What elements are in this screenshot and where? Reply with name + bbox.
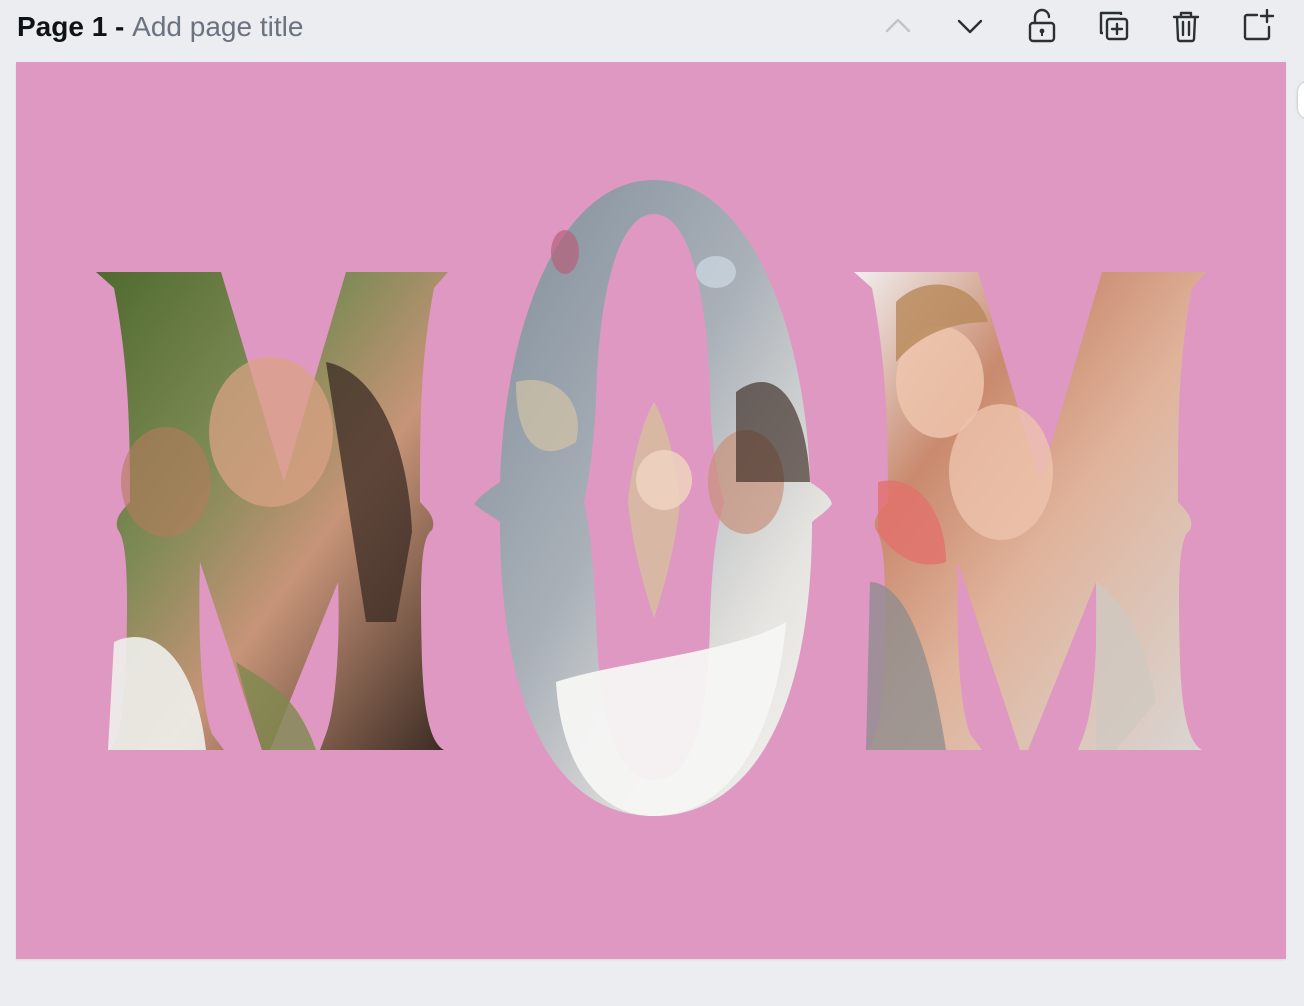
delete-page-button[interactable] [1158, 4, 1214, 48]
lock-open-icon [1028, 8, 1056, 43]
chevron-down-icon [957, 19, 983, 34]
letter-m-left[interactable] [96, 272, 448, 750]
trash-icon [1172, 11, 1200, 43]
page-title-input[interactable]: Add page title [132, 11, 303, 42]
chevron-up-icon [885, 18, 911, 33]
add-page-icon [1243, 9, 1275, 41]
duplicate-page-icon [1099, 11, 1129, 41]
duplicate-page-button[interactable] [1086, 4, 1142, 48]
lock-page-button[interactable] [1014, 4, 1070, 48]
page-title: Page 1 - Add page title [17, 8, 303, 46]
letter-o-center[interactable] [474, 180, 832, 816]
design-canvas[interactable] [16, 62, 1286, 959]
move-page-up-button[interactable] [870, 4, 926, 48]
letter-m-right[interactable] [854, 272, 1206, 750]
add-page-button[interactable] [1230, 4, 1286, 48]
page-header: Page 1 - Add page title [0, 0, 1304, 60]
page-number-label: Page 1 - [17, 11, 133, 42]
side-scroll-handle[interactable] [1298, 82, 1304, 118]
mom-letter-collage [96, 180, 1206, 816]
move-page-down-button[interactable] [942, 4, 998, 48]
